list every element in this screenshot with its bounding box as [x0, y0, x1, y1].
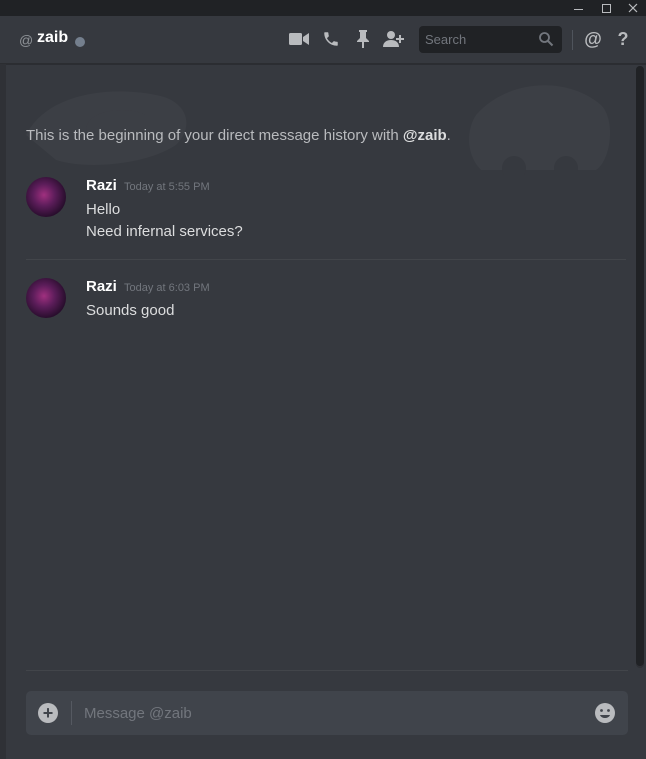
video-camera-icon [289, 33, 309, 45]
pinned-messages-button[interactable] [352, 28, 374, 50]
plus-icon: + [42, 703, 54, 723]
maximize-button[interactable] [596, 0, 616, 16]
message-author[interactable]: Razi [86, 177, 117, 194]
status-indicator [75, 37, 85, 47]
upload-button[interactable]: + [38, 703, 58, 723]
message-timestamp: Today at 6:03 PM [124, 282, 210, 294]
message-divider [26, 259, 626, 260]
help-button[interactable]: ? [612, 28, 634, 50]
search-box [419, 26, 562, 53]
window-titlebar [0, 0, 646, 16]
composer-separator [71, 701, 72, 725]
mention-icon: @ [584, 28, 602, 49]
message-list: This is the beginning of your direct mes… [6, 65, 640, 670]
search-input[interactable] [419, 26, 537, 53]
maximize-icon [601, 3, 611, 13]
minimize-icon [573, 9, 583, 10]
discord-watermark-icon [26, 85, 611, 175]
composer-divider [26, 670, 628, 671]
history-intro-suffix: . [446, 127, 451, 144]
history-intro-handle: @zaib [402, 127, 447, 144]
channel-name: zaib [37, 29, 69, 46]
history-intro-text: This is the beginning of your direct mes… [26, 127, 403, 144]
message-text: Need infernal services? [86, 223, 243, 240]
message-input[interactable] [84, 691, 584, 735]
at-icon: @ [19, 32, 34, 48]
message-text: Hello [86, 201, 121, 218]
minimize-button[interactable] [568, 0, 588, 16]
close-icon [628, 3, 638, 13]
emoji-button[interactable] [594, 702, 616, 724]
pin-icon [357, 30, 369, 48]
add-friend-button[interactable] [383, 28, 405, 50]
message-scrollbar[interactable] [636, 66, 644, 668]
help-icon: ? [617, 28, 629, 49]
video-call-button[interactable] [288, 28, 310, 50]
message-composer: + [26, 691, 628, 735]
close-button[interactable] [623, 0, 643, 16]
message-timestamp: Today at 5:55 PM [124, 181, 210, 193]
scrollbar-thumb[interactable] [636, 66, 644, 666]
channel-header: @ zaib @ ? [0, 16, 646, 64]
history-intro: This is the beginning of your direct mes… [26, 127, 451, 144]
phone-icon [324, 32, 338, 46]
message-text: Sounds good [86, 302, 175, 319]
avatar[interactable] [26, 177, 66, 217]
add-user-icon [383, 31, 404, 47]
search-icon [539, 32, 554, 47]
avatar[interactable] [26, 278, 66, 318]
header-divider [572, 30, 573, 50]
message-author[interactable]: Razi [86, 278, 117, 295]
mentions-button[interactable]: @ [582, 28, 604, 50]
voice-call-button[interactable] [320, 28, 342, 50]
